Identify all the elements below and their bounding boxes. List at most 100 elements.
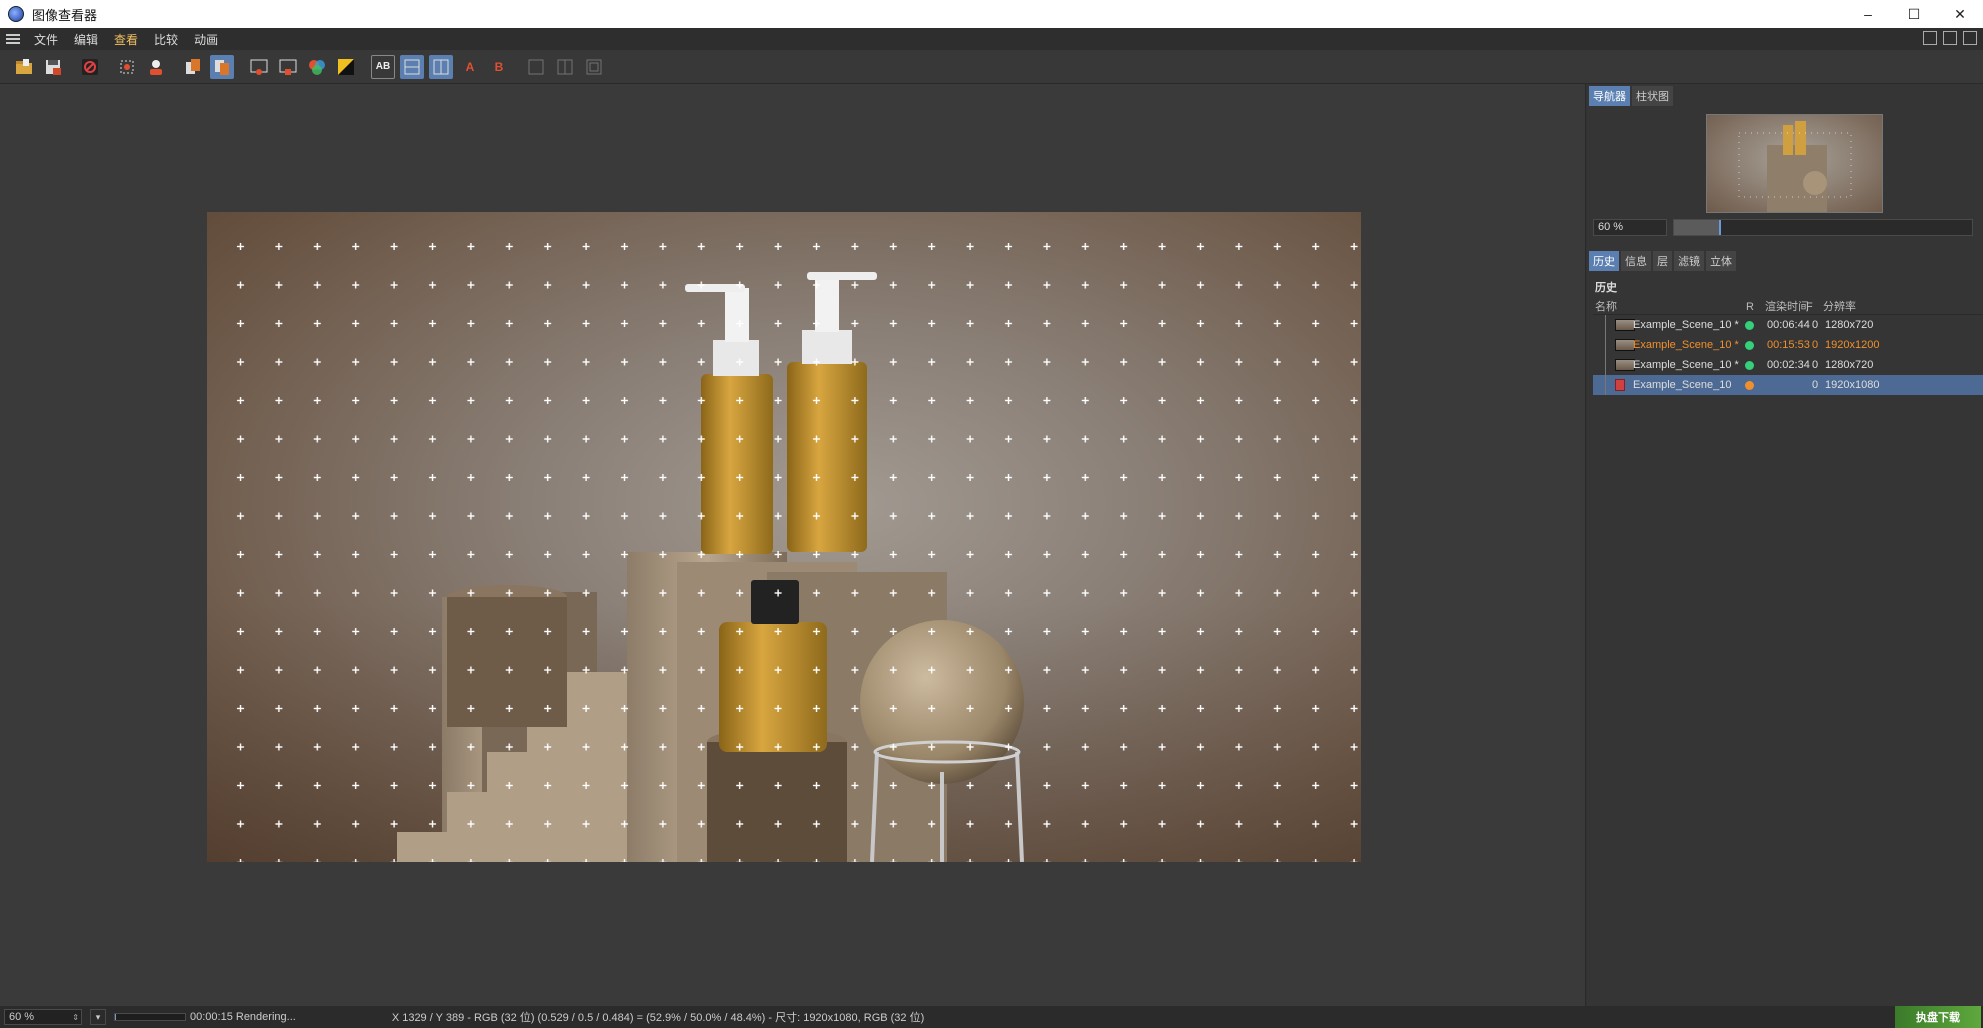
fit-view-icon[interactable] bbox=[524, 55, 548, 79]
zoom-slider-fill bbox=[1674, 219, 1719, 235]
menu-compare[interactable]: 比较 bbox=[146, 31, 186, 48]
history-row[interactable]: Example_Scene_10 0 1920x1080 bbox=[1593, 375, 1983, 395]
tab-layers[interactable]: 层 bbox=[1653, 251, 1672, 271]
save-file-icon[interactable] bbox=[41, 55, 65, 79]
render-status-text: 00:00:15 Rendering... bbox=[190, 1011, 296, 1023]
tab-histogram[interactable]: 柱状图 bbox=[1632, 86, 1673, 106]
col-f-header[interactable]: F bbox=[1806, 299, 1813, 315]
row-time: 00:06:44 bbox=[1767, 319, 1810, 331]
status-zoom-input[interactable]: 60 % ⇕ bbox=[4, 1009, 82, 1025]
spinner-icon[interactable]: ⇕ bbox=[72, 1011, 79, 1025]
compare-overlay-icon[interactable] bbox=[582, 55, 606, 79]
row-time: 00:02:34 bbox=[1767, 359, 1810, 371]
layers-icon[interactable] bbox=[210, 54, 234, 79]
row-res: 1280x720 bbox=[1825, 319, 1874, 331]
history-tabs: 历史 信息 层 滤镜 立体 bbox=[1589, 251, 1736, 271]
col-res-header[interactable]: 分辨率 bbox=[1823, 299, 1856, 315]
navigator-tabs: 导航器 柱状图 bbox=[1589, 86, 1673, 106]
menu-edit[interactable]: 编辑 bbox=[66, 31, 106, 48]
row-f: 0 bbox=[1812, 339, 1819, 351]
region-render-icon[interactable] bbox=[115, 55, 139, 79]
row-res: 1280x720 bbox=[1825, 359, 1874, 371]
status-dot-icon bbox=[1745, 381, 1754, 390]
menu-view[interactable]: 查看 bbox=[106, 31, 146, 48]
compare-side-icon[interactable] bbox=[553, 55, 577, 79]
menu-animation[interactable]: 动画 bbox=[186, 31, 226, 48]
history-table: 名称 R 渲染时间 F 分辨率 Example_Scene_10 * 00:06… bbox=[1593, 299, 1983, 395]
tab-info[interactable]: 信息 bbox=[1621, 251, 1651, 271]
single-pass-icon[interactable] bbox=[247, 55, 271, 79]
history-row[interactable]: Example_Scene_10 * 00:02:34 0 1280x720 bbox=[1593, 355, 1983, 375]
alpha-icon[interactable] bbox=[334, 55, 358, 79]
watermark-logo: 执盘下载 bbox=[1895, 1006, 1981, 1028]
tab-stereo[interactable]: 立体 bbox=[1706, 251, 1736, 271]
row-time: 00:15:53 bbox=[1767, 339, 1810, 351]
history-row[interactable]: Example_Scene_10 * 00:15:53 0 1920x1200 bbox=[1593, 335, 1983, 355]
render-thumbnail bbox=[1615, 339, 1635, 351]
set-b-icon[interactable]: B bbox=[487, 55, 511, 79]
move-panel-icon[interactable] bbox=[1963, 31, 1977, 45]
hamburger-menu-icon[interactable] bbox=[0, 28, 26, 50]
stop-render-icon[interactable] bbox=[78, 55, 102, 79]
row-name: Example_Scene_10 * bbox=[1633, 359, 1739, 371]
zoom-slider-handle[interactable] bbox=[1718, 219, 1721, 235]
maximize-button[interactable]: ☐ bbox=[1891, 0, 1937, 28]
layout-controls bbox=[1923, 31, 1977, 45]
navigator-zoom-row: 60 % bbox=[1593, 218, 1983, 236]
menu-bar: 文件 编辑 查看 比较 动画 bbox=[0, 28, 1983, 50]
window-title: 图像查看器 bbox=[32, 7, 98, 23]
render-thumbnail bbox=[1615, 379, 1625, 391]
render-thumbnail bbox=[1615, 319, 1635, 331]
open-file-icon[interactable] bbox=[12, 55, 36, 79]
status-bar: 60 % ⇕ ▾ 00:00:15 Rendering... X 1329 / Y… bbox=[0, 1006, 1983, 1028]
col-r-header[interactable]: R bbox=[1746, 299, 1754, 315]
row-f: 0 bbox=[1812, 319, 1819, 331]
render-scene bbox=[207, 212, 1361, 862]
row-res: 1920x1200 bbox=[1825, 339, 1880, 351]
chevron-down-icon[interactable]: ▾ bbox=[90, 1009, 106, 1025]
window-controls: – ☐ ✕ bbox=[1845, 0, 1983, 28]
col-name-header[interactable]: 名称 bbox=[1595, 299, 1617, 315]
rendered-image bbox=[207, 212, 1361, 862]
status-dot-icon bbox=[1745, 361, 1754, 370]
side-panel: 导航器 柱状图 60 % 历史 信息 层 滤镜 立体 历史 名称 R 渲染时间 … bbox=[1587, 84, 1983, 1006]
zoom-slider[interactable] bbox=[1673, 218, 1973, 236]
copy-icon[interactable] bbox=[181, 55, 205, 79]
app-logo-icon bbox=[8, 6, 24, 22]
row-res: 1920x1080 bbox=[1825, 379, 1880, 391]
menu-file[interactable]: 文件 bbox=[26, 31, 66, 48]
new-panel-icon[interactable] bbox=[1943, 31, 1957, 45]
row-name: Example_Scene_10 * bbox=[1633, 319, 1739, 331]
tab-history[interactable]: 历史 bbox=[1589, 251, 1619, 271]
split-vertical-icon[interactable] bbox=[429, 54, 453, 79]
tab-navigator[interactable]: 导航器 bbox=[1589, 86, 1630, 106]
status-dot-icon bbox=[1745, 321, 1754, 330]
toolbar: AB A B bbox=[0, 50, 1983, 84]
navigator-thumbnail[interactable] bbox=[1706, 114, 1883, 213]
row-f: 0 bbox=[1812, 359, 1819, 371]
row-f: 0 bbox=[1812, 379, 1819, 391]
status-dot-icon bbox=[1745, 341, 1754, 350]
pixel-info-text: X 1329 / Y 389 - RGB (32 位) (0.529 / 0.5… bbox=[391, 1012, 925, 1024]
history-table-header: 名称 R 渲染时间 F 分辨率 bbox=[1593, 299, 1983, 315]
zoom-input[interactable]: 60 % bbox=[1593, 218, 1667, 236]
tab-filter[interactable]: 滤镜 bbox=[1674, 251, 1704, 271]
row-name: Example_Scene_10 bbox=[1633, 379, 1732, 391]
history-header: 历史 bbox=[1595, 282, 1617, 294]
image-viewport[interactable] bbox=[0, 84, 1586, 1006]
interactive-render-icon[interactable] bbox=[144, 55, 168, 79]
channels-icon[interactable] bbox=[305, 55, 329, 79]
title-bar: 图像查看器 – ☐ ✕ bbox=[0, 0, 1983, 28]
ab-compare-icon[interactable]: AB bbox=[371, 54, 395, 79]
render-thumbnail bbox=[1615, 359, 1635, 371]
col-time-header[interactable]: 渲染时间 bbox=[1765, 299, 1809, 315]
row-name: Example_Scene_10 * bbox=[1633, 339, 1739, 351]
panel-toggle-icon[interactable] bbox=[1923, 31, 1937, 45]
multi-pass-icon[interactable] bbox=[276, 55, 300, 79]
close-button[interactable]: ✕ bbox=[1937, 0, 1983, 28]
split-horizontal-icon[interactable] bbox=[400, 54, 424, 79]
minimize-button[interactable]: – bbox=[1845, 0, 1891, 28]
history-row[interactable]: Example_Scene_10 * 00:06:44 0 1280x720 bbox=[1593, 315, 1983, 335]
status-zoom-value: 60 % bbox=[9, 1011, 35, 1023]
set-a-icon[interactable]: A bbox=[458, 55, 482, 79]
